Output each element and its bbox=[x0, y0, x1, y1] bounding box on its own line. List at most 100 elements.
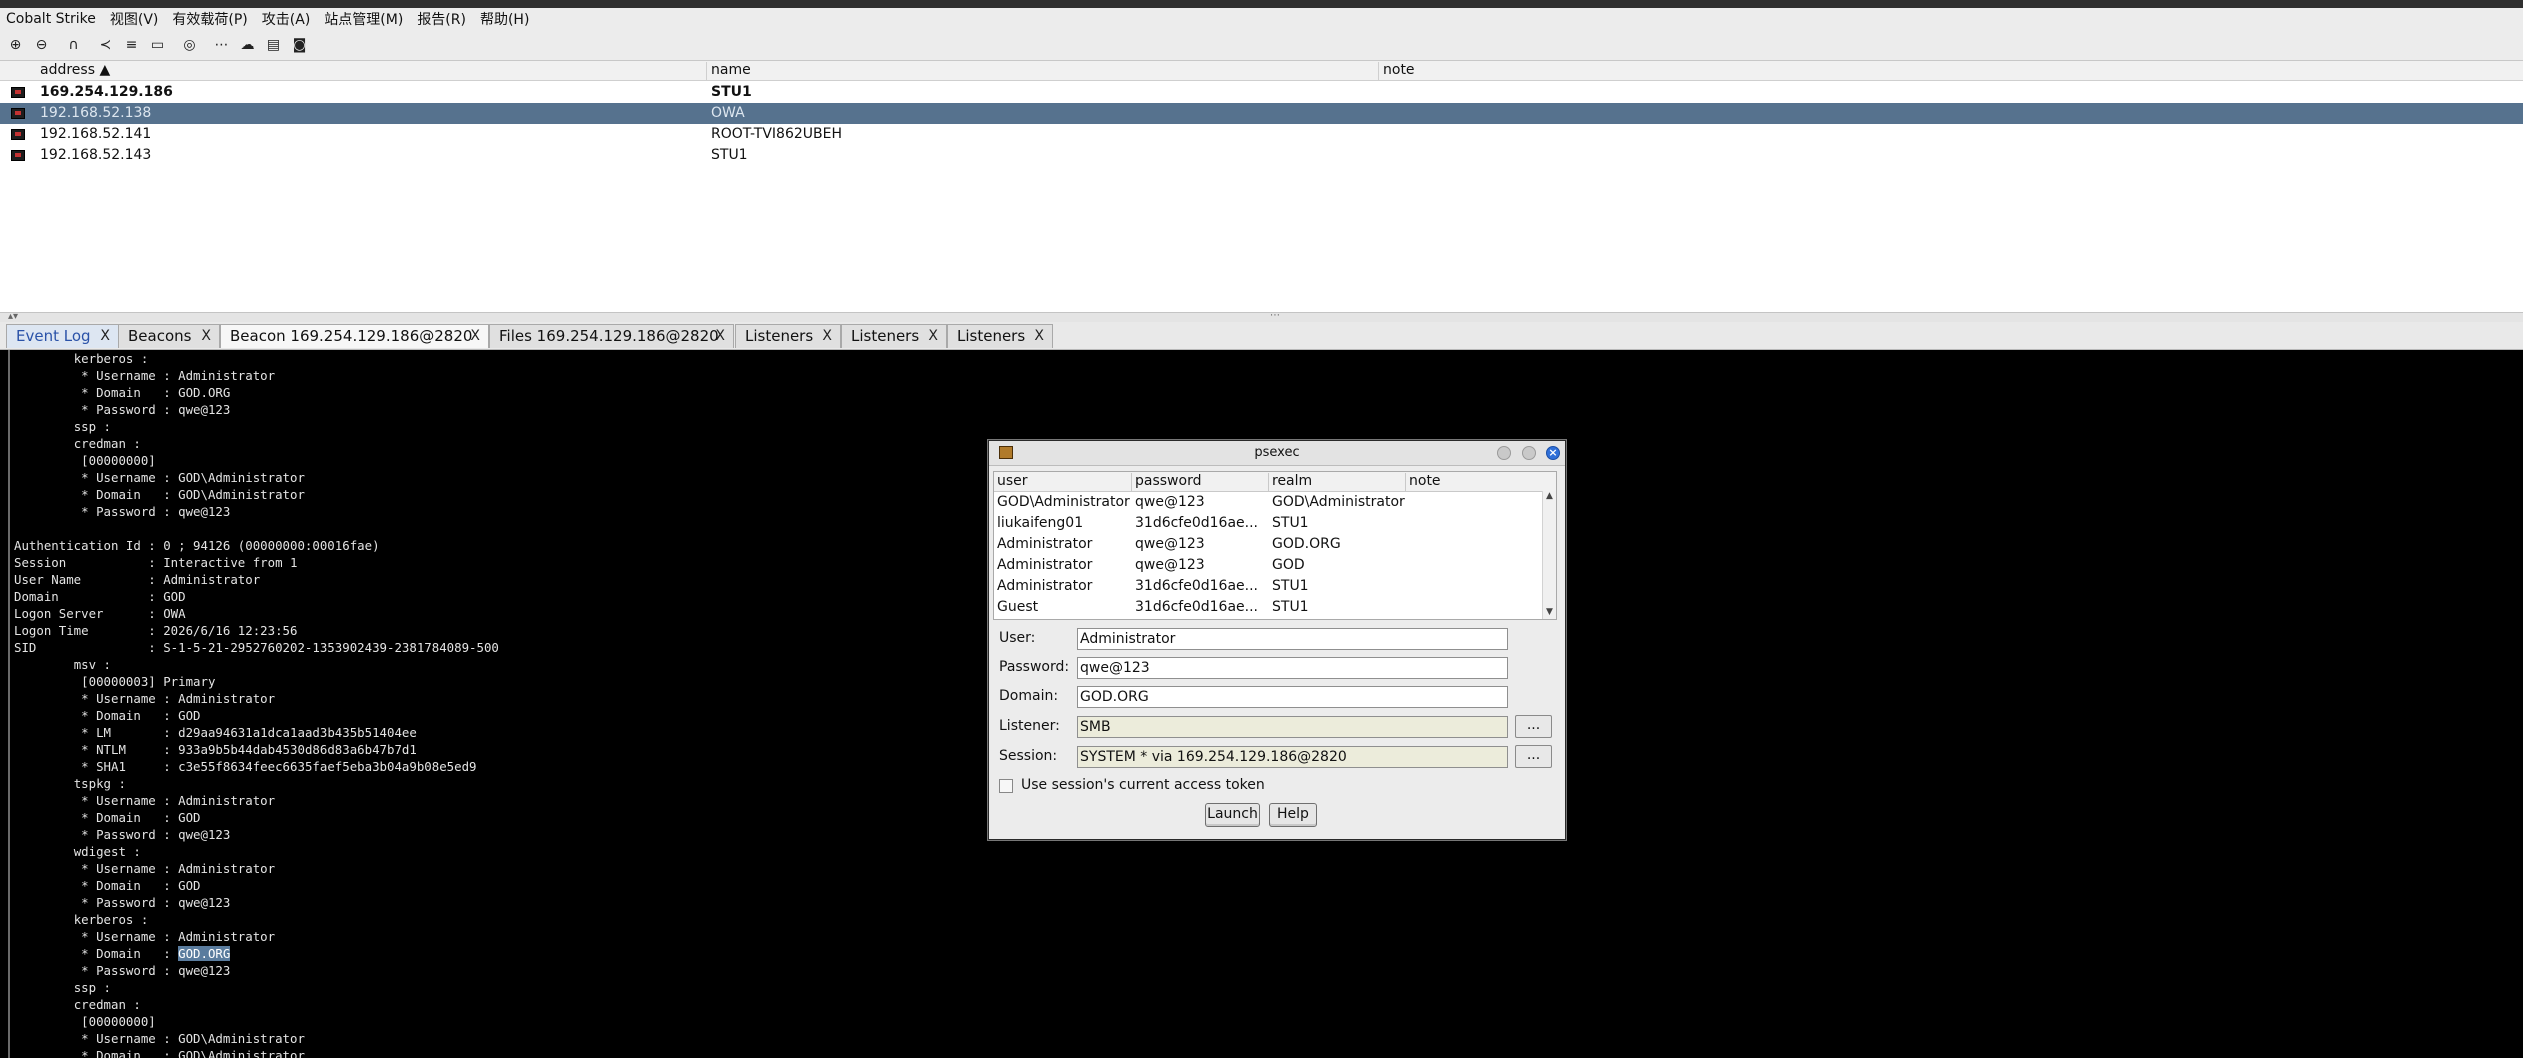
credential-row[interactable]: Administrator qwe@123 GOD bbox=[994, 555, 1542, 576]
camera-icon[interactable]: ◙ bbox=[290, 36, 309, 55]
listener-field[interactable]: SMB bbox=[1077, 716, 1508, 738]
share-icon[interactable]: ≺ bbox=[96, 36, 115, 55]
target-row[interactable]: 169.254.129.186 STU1 bbox=[0, 82, 2523, 103]
tab-files[interactable]: Files 169.254.129.186@2820 X bbox=[489, 324, 734, 348]
menu-bar: Cobalt Strike 视图(V) 有效载荷(P) 攻击(A) 站点管理(M… bbox=[0, 8, 2523, 30]
column-name[interactable]: name bbox=[711, 62, 751, 78]
credential-row[interactable]: GOD\Administrator qwe@123 GOD\Administra… bbox=[994, 492, 1542, 513]
targets-table-header: address ▲ name note bbox=[0, 61, 2523, 81]
password-field[interactable]: qwe@123 bbox=[1077, 657, 1508, 679]
close-icon[interactable]: X bbox=[470, 325, 480, 347]
target-address: 192.168.52.138 bbox=[40, 105, 152, 121]
cred-password: qwe@123 bbox=[1135, 494, 1205, 510]
column-note[interactable]: note bbox=[1409, 473, 1441, 489]
globe-icon[interactable]: ◎ bbox=[180, 36, 199, 55]
tab-event-log[interactable]: Event Log X bbox=[6, 324, 119, 348]
credential-row[interactable]: Administrator qwe@123 GOD.ORG bbox=[994, 534, 1542, 555]
target-address: 192.168.52.141 bbox=[40, 126, 152, 142]
minus-circle-icon[interactable]: ⊖ bbox=[32, 36, 51, 55]
target-name: STU1 bbox=[711, 84, 752, 100]
target-address: 192.168.52.143 bbox=[40, 147, 152, 163]
scroll-down-icon[interactable]: ▼ bbox=[1543, 607, 1556, 619]
tab-label: Event Log bbox=[16, 327, 91, 345]
menu-cobalt-strike[interactable]: Cobalt Strike bbox=[0, 11, 104, 27]
column-password[interactable]: password bbox=[1135, 473, 1201, 489]
listener-browse-button[interactable]: ... bbox=[1515, 715, 1552, 738]
cred-password: 31d6cfe0d16ae... bbox=[1135, 515, 1258, 531]
cred-realm: STU1 bbox=[1272, 578, 1309, 594]
credential-row[interactable]: Guest 31d6cfe0d16ae... STU1 bbox=[994, 597, 1542, 618]
user-field[interactable]: Administrator bbox=[1077, 628, 1508, 650]
menu-attack[interactable]: 攻击(A) bbox=[256, 9, 319, 29]
menu-view[interactable]: 视图(V) bbox=[104, 9, 167, 29]
console-text: kerberos : * Username : Administrator * … bbox=[14, 351, 499, 961]
close-icon[interactable]: X bbox=[100, 325, 110, 347]
maximize-icon[interactable] bbox=[1522, 446, 1536, 460]
target-row[interactable]: 192.168.52.138 OWA bbox=[0, 103, 2523, 124]
credentials-table: user password realm note GOD\Administrat… bbox=[993, 471, 1557, 620]
dialog-titlebar[interactable]: psexec × bbox=[989, 441, 1565, 466]
column-realm[interactable]: realm bbox=[1272, 473, 1312, 489]
menu-payload[interactable]: 有效载荷(P) bbox=[166, 9, 255, 29]
target-name: STU1 bbox=[711, 147, 748, 163]
target-row[interactable]: 192.168.52.143 STU1 bbox=[0, 145, 2523, 166]
close-icon[interactable]: X bbox=[928, 325, 938, 347]
cred-realm: GOD bbox=[1272, 557, 1305, 573]
tab-beacon-session[interactable]: Beacon 169.254.129.186@2820 X bbox=[220, 324, 489, 348]
window-top-strip bbox=[0, 0, 2523, 8]
tab-beacons[interactable]: Beacons X bbox=[118, 324, 220, 348]
cred-realm: STU1 bbox=[1272, 515, 1309, 531]
cred-realm: STU1 bbox=[1272, 599, 1309, 615]
close-icon[interactable]: × bbox=[1546, 446, 1560, 460]
close-icon[interactable]: X bbox=[201, 325, 211, 347]
cred-password: qwe@123 bbox=[1135, 536, 1205, 552]
tab-listeners[interactable]: Listeners X bbox=[947, 324, 1053, 348]
target-name: OWA bbox=[711, 105, 745, 121]
close-icon[interactable]: X bbox=[715, 325, 725, 347]
computer-icon bbox=[11, 108, 25, 119]
monitor-icon[interactable]: ▭ bbox=[148, 36, 167, 55]
dialog-title: psexec bbox=[1254, 445, 1300, 460]
session-browse-button[interactable]: ... bbox=[1515, 745, 1552, 768]
close-icon[interactable]: X bbox=[1034, 325, 1044, 347]
tab-listeners[interactable]: Listeners X bbox=[841, 324, 947, 348]
menu-reports[interactable]: 报告(R) bbox=[411, 9, 474, 29]
collapse-arrows-icon[interactable]: ▴▾ bbox=[8, 311, 18, 322]
column-note[interactable]: note bbox=[1383, 62, 1415, 78]
menu-site-management[interactable]: 站点管理(M) bbox=[318, 9, 411, 29]
headphones-icon[interactable]: ∩ bbox=[64, 36, 83, 55]
scroll-up-icon[interactable]: ▲ bbox=[1543, 491, 1556, 503]
cred-user: Administrator bbox=[997, 578, 1093, 594]
cred-user: Administrator bbox=[997, 536, 1093, 552]
cred-password: 31d6cfe0d16ae... bbox=[1135, 599, 1258, 615]
tab-listeners[interactable]: Listeners X bbox=[735, 324, 841, 348]
use-token-checkbox[interactable] bbox=[999, 779, 1013, 793]
target-row[interactable]: 192.168.52.141 ROOT-TVI862UBEH bbox=[0, 124, 2523, 145]
column-user[interactable]: user bbox=[997, 473, 1028, 489]
splitter-grip-icon[interactable]: ⋯ bbox=[1270, 310, 1280, 321]
toolbar: ⊕ ⊖ ∩ ≺ ≡ ▭ ◎ ⋯ ☁ ▤ ◙ bbox=[0, 31, 2523, 59]
keyboard-icon[interactable]: ▤ bbox=[264, 36, 283, 55]
close-icon[interactable]: X bbox=[822, 325, 832, 347]
credentials-table-header: user password realm note bbox=[994, 472, 1556, 492]
help-button[interactable]: Help bbox=[1269, 803, 1317, 827]
list-icon[interactable]: ≡ bbox=[122, 36, 141, 55]
menu-help[interactable]: 帮助(H) bbox=[474, 9, 537, 29]
use-token-label: Use session's current access token bbox=[1021, 777, 1265, 793]
domain-field[interactable]: GOD.ORG bbox=[1077, 686, 1508, 708]
tab-label: Listeners bbox=[851, 327, 920, 345]
launch-button[interactable]: Launch bbox=[1205, 803, 1260, 827]
dots-icon[interactable]: ⋯ bbox=[212, 36, 231, 55]
plus-circle-icon[interactable]: ⊕ bbox=[6, 36, 25, 55]
cred-realm: GOD\Administrator bbox=[1272, 494, 1405, 510]
session-field[interactable]: SYSTEM * via 169.254.129.186@2820 bbox=[1077, 746, 1508, 768]
cloud-download-icon[interactable]: ☁ bbox=[238, 36, 257, 55]
table-scrollbar[interactable]: ▲ ▼ bbox=[1542, 491, 1556, 619]
minimize-icon[interactable] bbox=[1497, 446, 1511, 460]
target-name: ROOT-TVI862UBEH bbox=[711, 126, 843, 142]
credential-row[interactable]: Administrator 31d6cfe0d16ae... STU1 bbox=[994, 576, 1542, 597]
column-address[interactable]: address ▲ bbox=[40, 62, 110, 78]
domain-label: Domain: bbox=[999, 688, 1059, 704]
credential-row[interactable]: liukaifeng01 31d6cfe0d16ae... STU1 bbox=[994, 513, 1542, 534]
computer-icon bbox=[11, 129, 25, 140]
